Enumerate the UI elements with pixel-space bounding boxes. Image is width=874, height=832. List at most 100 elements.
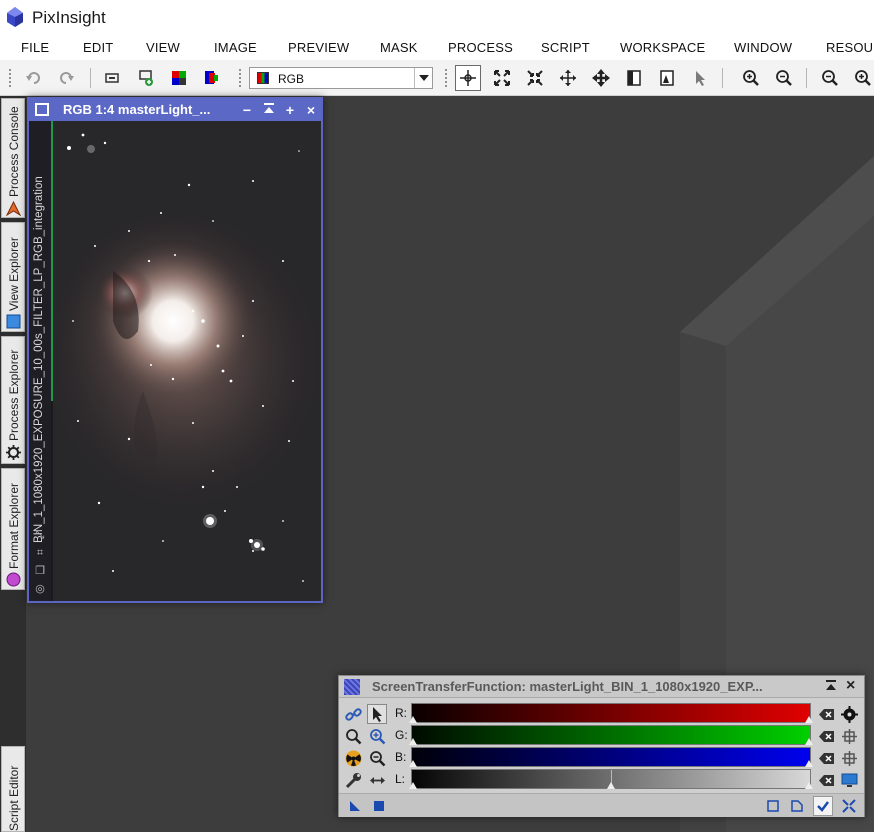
reset-r-button[interactable] <box>816 704 836 724</box>
close-button[interactable]: × <box>846 677 855 695</box>
apply-global-button[interactable] <box>371 798 387 814</box>
new-preview-button[interactable] <box>135 67 157 89</box>
tab-script-editor[interactable]: Script Editor <box>1 746 25 832</box>
menu-mask[interactable]: MASK <box>380 40 418 55</box>
rgb-channels-button[interactable] <box>168 67 190 89</box>
menu-preview[interactable]: PREVIEW <box>288 40 349 55</box>
color-mode-select[interactable]: RGB <box>249 67 433 89</box>
menu-workspace[interactable]: WORKSPACE <box>620 40 705 55</box>
backspace-icon <box>818 774 834 786</box>
minimize-button[interactable]: − <box>239 101 255 119</box>
channel-label-l: L: <box>395 772 406 786</box>
image-window-titlebar[interactable]: RGB 1:4 masterLight_... − + × <box>29 99 321 121</box>
menu-edit[interactable]: EDIT <box>83 40 113 55</box>
shade-button[interactable] <box>825 679 841 695</box>
zoom-in-button[interactable] <box>367 726 387 746</box>
toolbar-grip[interactable] <box>8 68 12 88</box>
maximize-button[interactable]: + <box>282 101 298 119</box>
target-icon[interactable]: ◎ <box>34 583 46 595</box>
zoom-button[interactable] <box>343 726 363 746</box>
stf-row-r: R: <box>339 702 864 724</box>
close-button[interactable]: × <box>303 101 319 119</box>
browse-docs-button[interactable] <box>765 798 781 814</box>
reset-g-button[interactable] <box>816 726 836 746</box>
shade-button[interactable] <box>261 101 277 119</box>
pan-mode-button[interactable] <box>557 67 579 89</box>
stf-row-b: B: <box>339 746 864 768</box>
shadows-handle[interactable] <box>409 760 417 767</box>
preview-mode-button[interactable] <box>656 67 678 89</box>
link-channels-button[interactable] <box>343 704 363 724</box>
page-button[interactable] <box>623 67 645 89</box>
tab-process-explorer[interactable]: Process Explorer <box>1 336 25 464</box>
apply-to-view-button[interactable] <box>839 770 859 790</box>
menu-resources[interactable]: RESOUR <box>826 40 874 55</box>
midtones-handle[interactable] <box>607 782 615 789</box>
zoom-fit-button[interactable] <box>852 67 874 89</box>
select-mode-button[interactable] <box>689 67 711 89</box>
menu-window[interactable]: WINDOW <box>734 40 792 55</box>
zoom-1-1-button[interactable] <box>819 67 841 89</box>
tab-view-explorer[interactable]: View Explorer <box>1 222 25 332</box>
stf-slider-r[interactable] <box>409 703 813 723</box>
format-explorer-icon <box>6 572 21 587</box>
new-image-button[interactable] <box>102 67 124 89</box>
menu-image[interactable]: IMAGE <box>214 40 257 55</box>
stf-slider-l[interactable] <box>409 769 813 790</box>
redo-button[interactable] <box>55 67 77 89</box>
backspace-icon <box>818 708 834 720</box>
ok-button[interactable] <box>813 796 833 816</box>
settings-button[interactable] <box>343 770 363 790</box>
fit-view-button[interactable] <box>524 67 546 89</box>
magnifier-plus-icon <box>855 70 871 86</box>
reset-b-button[interactable] <box>816 748 836 768</box>
new-instance-button[interactable] <box>347 798 363 814</box>
zoom-in-button[interactable] <box>740 67 762 89</box>
highlights-handle[interactable] <box>805 782 813 789</box>
track-view-button[interactable] <box>839 726 859 746</box>
lock-icon[interactable]: ⤡ <box>34 529 46 541</box>
extract-channels-icon <box>205 71 218 84</box>
shadows-handle[interactable] <box>409 738 417 745</box>
shadows-handle[interactable] <box>409 782 417 789</box>
shadows-handle[interactable] <box>409 716 417 723</box>
reset-l-button[interactable] <box>816 770 836 790</box>
highlights-handle[interactable] <box>805 716 813 723</box>
menu-file[interactable]: FILE <box>21 40 49 55</box>
stf-slider-b[interactable] <box>409 747 813 767</box>
stf-slider-g[interactable] <box>409 725 813 745</box>
tab-process-console[interactable]: Process Console <box>1 98 25 218</box>
reset-button[interactable] <box>789 798 805 814</box>
zoom-out-button[interactable] <box>367 748 387 768</box>
wrench-icon <box>345 772 361 788</box>
cancel-button[interactable] <box>841 798 857 814</box>
mask-icon[interactable]: ⌗ <box>34 547 46 559</box>
menu-process[interactable]: PROCESS <box>448 40 513 55</box>
edit-mode-button[interactable] <box>367 704 387 724</box>
highlights-handle[interactable] <box>805 760 813 767</box>
menu-view[interactable]: VIEW <box>146 40 180 55</box>
crosshair-button[interactable] <box>839 748 859 768</box>
pixinsight-logo-icon <box>7 7 23 27</box>
stf-window[interactable]: ScreenTransferFunction: masterLight_BIN_… <box>338 675 865 817</box>
color-mode-value: RGB <box>278 72 305 86</box>
undo-button[interactable] <box>23 67 45 89</box>
rgb-swatch-icon <box>257 72 269 84</box>
astro-image[interactable] <box>53 121 321 601</box>
menu-script[interactable]: SCRIPT <box>541 40 590 55</box>
highlights-handle[interactable] <box>805 738 813 745</box>
tab-format-explorer[interactable]: Format Explorer <box>1 468 25 590</box>
stf-titlebar[interactable]: ScreenTransferFunction: masterLight_BIN_… <box>339 676 864 698</box>
copy-icon[interactable]: ❐ <box>34 565 46 577</box>
extract-channels-button[interactable] <box>200 67 222 89</box>
auto-stretch-boost-button[interactable] <box>343 748 363 768</box>
document-icon <box>791 800 803 812</box>
move-view-button[interactable] <box>590 67 612 89</box>
zoom-to-fit-button[interactable] <box>491 67 513 89</box>
auto-stretch-button[interactable] <box>839 704 859 724</box>
view-id-strip[interactable]: BIN_1_1080x1920_EXPOSURE_10_00s_FILTER_L… <box>29 121 51 601</box>
readout-mode-button[interactable] <box>455 65 481 91</box>
zoom-out-button[interactable] <box>773 67 795 89</box>
horizontal-zoom-button[interactable] <box>367 770 387 790</box>
image-window[interactable]: RGB 1:4 masterLight_... − + × BIN_1_1080… <box>27 97 323 603</box>
